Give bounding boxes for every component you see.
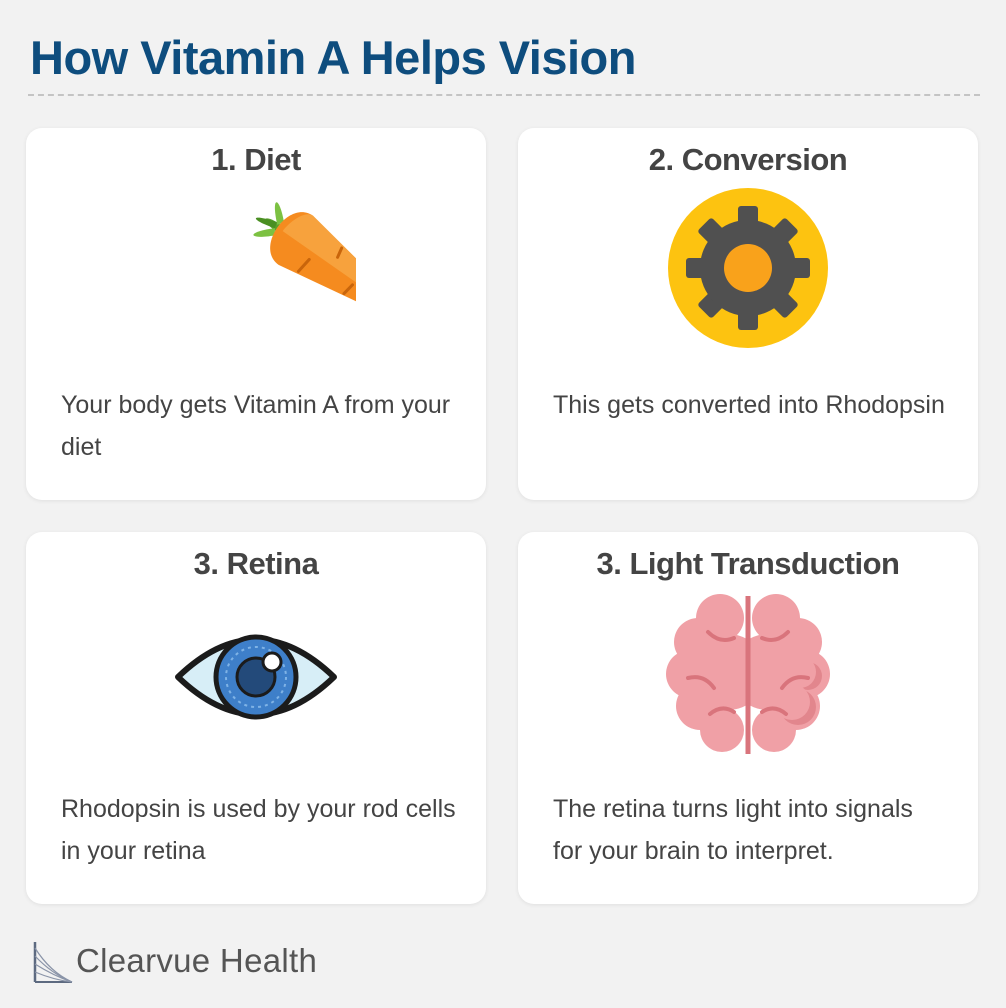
step-title: 3. Retina [193, 546, 319, 581]
step-description: This gets converted into Rhodopsin [553, 391, 945, 419]
brand-name: Clearvue Health [76, 942, 318, 979]
eye-icon [156, 592, 356, 762]
step-description: Rhodopsin is used by your rod cells in y… [61, 795, 456, 865]
page-title: How Vitamin A Helps Vision [30, 31, 636, 84]
step-description: Your body gets Vitamin A from your diet [61, 391, 451, 461]
brain-icon [648, 592, 848, 762]
step-card-light-transduction: 3. Light Transduction The retina turns l… [518, 532, 978, 904]
step-description: The retina turns light into signals for … [553, 795, 913, 865]
clearvue-logo-icon [33, 942, 73, 983]
step-title: 1. Diet [211, 142, 301, 177]
step-card-conversion: 2. Conversion This gets converted into R… [518, 128, 978, 500]
step-title: 2. Conversion [648, 142, 848, 177]
step-title: 3. Light Transduction [596, 546, 900, 581]
title-divider [28, 94, 980, 96]
step-card-retina: 3. Retina Rhodopsin is used by your rod … [26, 532, 486, 904]
gear-icon [648, 188, 848, 358]
step-card-diet: 1. Diet Your body gets Vitamin A from yo… [26, 128, 486, 500]
carrot-icon [156, 188, 356, 358]
brand-footer: Clearvue Health [32, 936, 317, 986]
